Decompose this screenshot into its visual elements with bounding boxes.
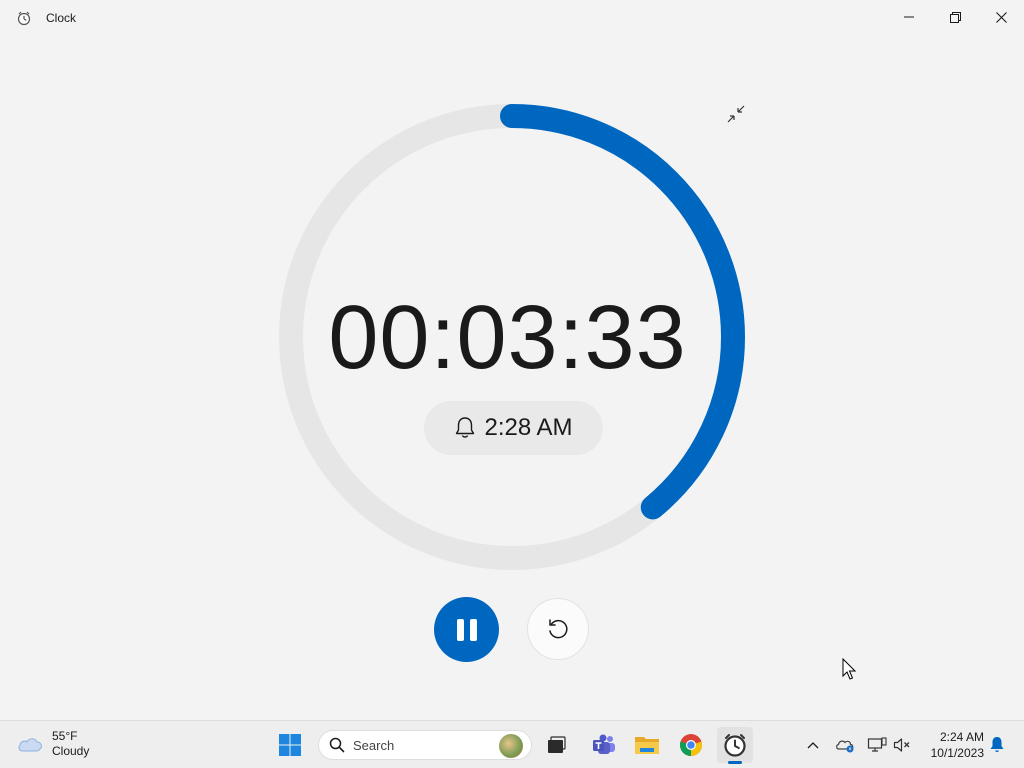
reset-button[interactable] [527,598,589,660]
task-view-icon [548,736,566,753]
search-highlight-badge[interactable] [499,734,523,758]
alarm-end-time: 2:28 AM [484,414,573,441]
start-icon [279,734,301,756]
maximize-button[interactable] [932,0,978,34]
show-hidden-icons-button[interactable] [802,733,824,757]
timer-time: 00:03:33 [328,288,687,388]
taskbar-clock[interactable]: 2:24 AM 10/1/2023 [920,729,984,761]
chrome-button[interactable] [673,727,709,763]
volume-tray-button[interactable] [891,733,913,757]
network-icon [867,737,887,752]
reset-icon [549,619,568,639]
weather-temp: 55°F [52,729,78,743]
clock-time: 2:24 AM [939,730,984,744]
minimize-button[interactable] [886,0,932,34]
clock-taskbar-button[interactable] [717,727,753,763]
notification-center-button[interactable] [986,733,1008,757]
teams-button[interactable] [586,727,622,763]
active-app-indicator [728,761,742,764]
mouse-cursor [842,658,856,680]
weather-widget[interactable]: 55°F Cloudy [16,729,89,759]
close-icon [995,11,1007,23]
start-button[interactable] [272,727,308,763]
bell-icon [456,417,475,438]
clock-app-icon [724,734,746,757]
window-title: Clock [46,11,77,25]
pause-button[interactable] [434,597,499,662]
alarm-end-time-chip: 2:28 AM [424,401,603,455]
clock-app-icon [17,11,31,26]
chrome-icon [679,734,703,757]
onedrive-tray-button[interactable] [834,733,856,757]
minimize-icon [904,16,914,18]
pause-icon [454,618,480,641]
file-explorer-icon [635,737,659,754]
taskbar-search[interactable]: Search [318,730,532,760]
taskbar: 55°F Cloudy Search 2:24 AM 10/1/2023 [0,720,1024,768]
clock-date: 10/1/2023 [930,746,984,760]
weather-condition: Cloudy [52,744,90,758]
title-bar: Clock [0,0,1024,36]
notification-bell-icon [990,737,1004,752]
task-view-button[interactable] [538,727,574,763]
compact-view-button[interactable] [722,100,750,128]
network-tray-button[interactable] [866,733,888,757]
close-button[interactable] [978,0,1024,34]
onedrive-icon [836,740,854,753]
chevron-up-icon [807,742,819,749]
cloud-icon [18,738,42,752]
teams-icon [593,734,615,754]
search-icon [329,737,345,753]
volume-muted-icon [893,738,910,752]
maximize-icon [949,11,961,23]
search-label: Search [353,737,395,753]
collapse-icon [727,105,745,123]
file-explorer-button[interactable] [629,727,665,763]
